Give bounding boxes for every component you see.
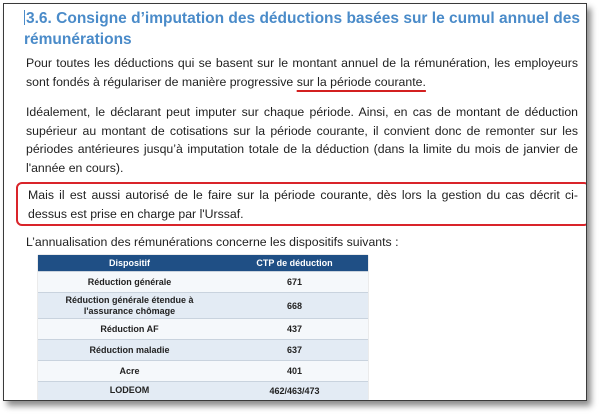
table-cell-ctp: 401 xyxy=(221,360,368,382)
table-cell-ctp: 437 xyxy=(221,318,368,340)
table-row: LODEOM 462/463/473 xyxy=(38,381,368,400)
table-row: Réduction AF 437 xyxy=(38,318,368,340)
table-cell-ctp: 637 xyxy=(221,339,368,361)
underlined-phrase: sur la période courante. xyxy=(296,74,426,89)
table-row: Réduction maladie 637 xyxy=(38,339,368,361)
table-cell-ctp: 668 xyxy=(221,292,368,319)
table-cell-dispositif: Réduction AF xyxy=(38,318,221,340)
table-row: Réduction générale étendue à l'assurance… xyxy=(38,292,368,319)
document-page: 3.6. Consigne d’imputation des déduction… xyxy=(3,3,587,401)
table-cell-dispositif: Acre xyxy=(38,360,221,382)
section-heading: 3.6. Consigne d’imputation des déduction… xyxy=(24,8,580,50)
table-cell-dispositif: Réduction générale étendue à l'assurance… xyxy=(38,292,221,319)
table-cell-dispositif: Réduction générale xyxy=(38,271,221,293)
highlighted-paragraph: Mais il est aussi autorisé de le faire s… xyxy=(28,188,578,221)
deduction-table: Dispositif CTP de déduction Réduction gé… xyxy=(38,255,368,400)
table-header-dispositif: Dispositif xyxy=(38,255,221,272)
paragraph-4: L’annualisation des rémunérations concer… xyxy=(26,235,399,249)
table-row: Réduction générale 671 xyxy=(38,271,368,293)
table-header-ctp: CTP de déduction xyxy=(221,255,368,272)
paragraph-1: Pour toutes les déductions qui se basent… xyxy=(26,54,578,91)
text-cursor xyxy=(24,10,25,25)
section-heading-text: 3.6. Consigne d’imputation des déduction… xyxy=(24,10,580,48)
paragraph-2: Idéalement, le déclarant peut imputer su… xyxy=(26,105,578,175)
table-cell-dispositif: LODEOM xyxy=(38,381,221,400)
table-header-row: Dispositif CTP de déduction xyxy=(38,255,368,272)
table-cell-dispositif: Réduction maladie xyxy=(38,339,221,361)
table-row: Acre 401 xyxy=(38,360,368,382)
table-cell-ctp: 462/463/473 xyxy=(221,381,368,400)
table-cell-ctp: 671 xyxy=(221,271,368,293)
